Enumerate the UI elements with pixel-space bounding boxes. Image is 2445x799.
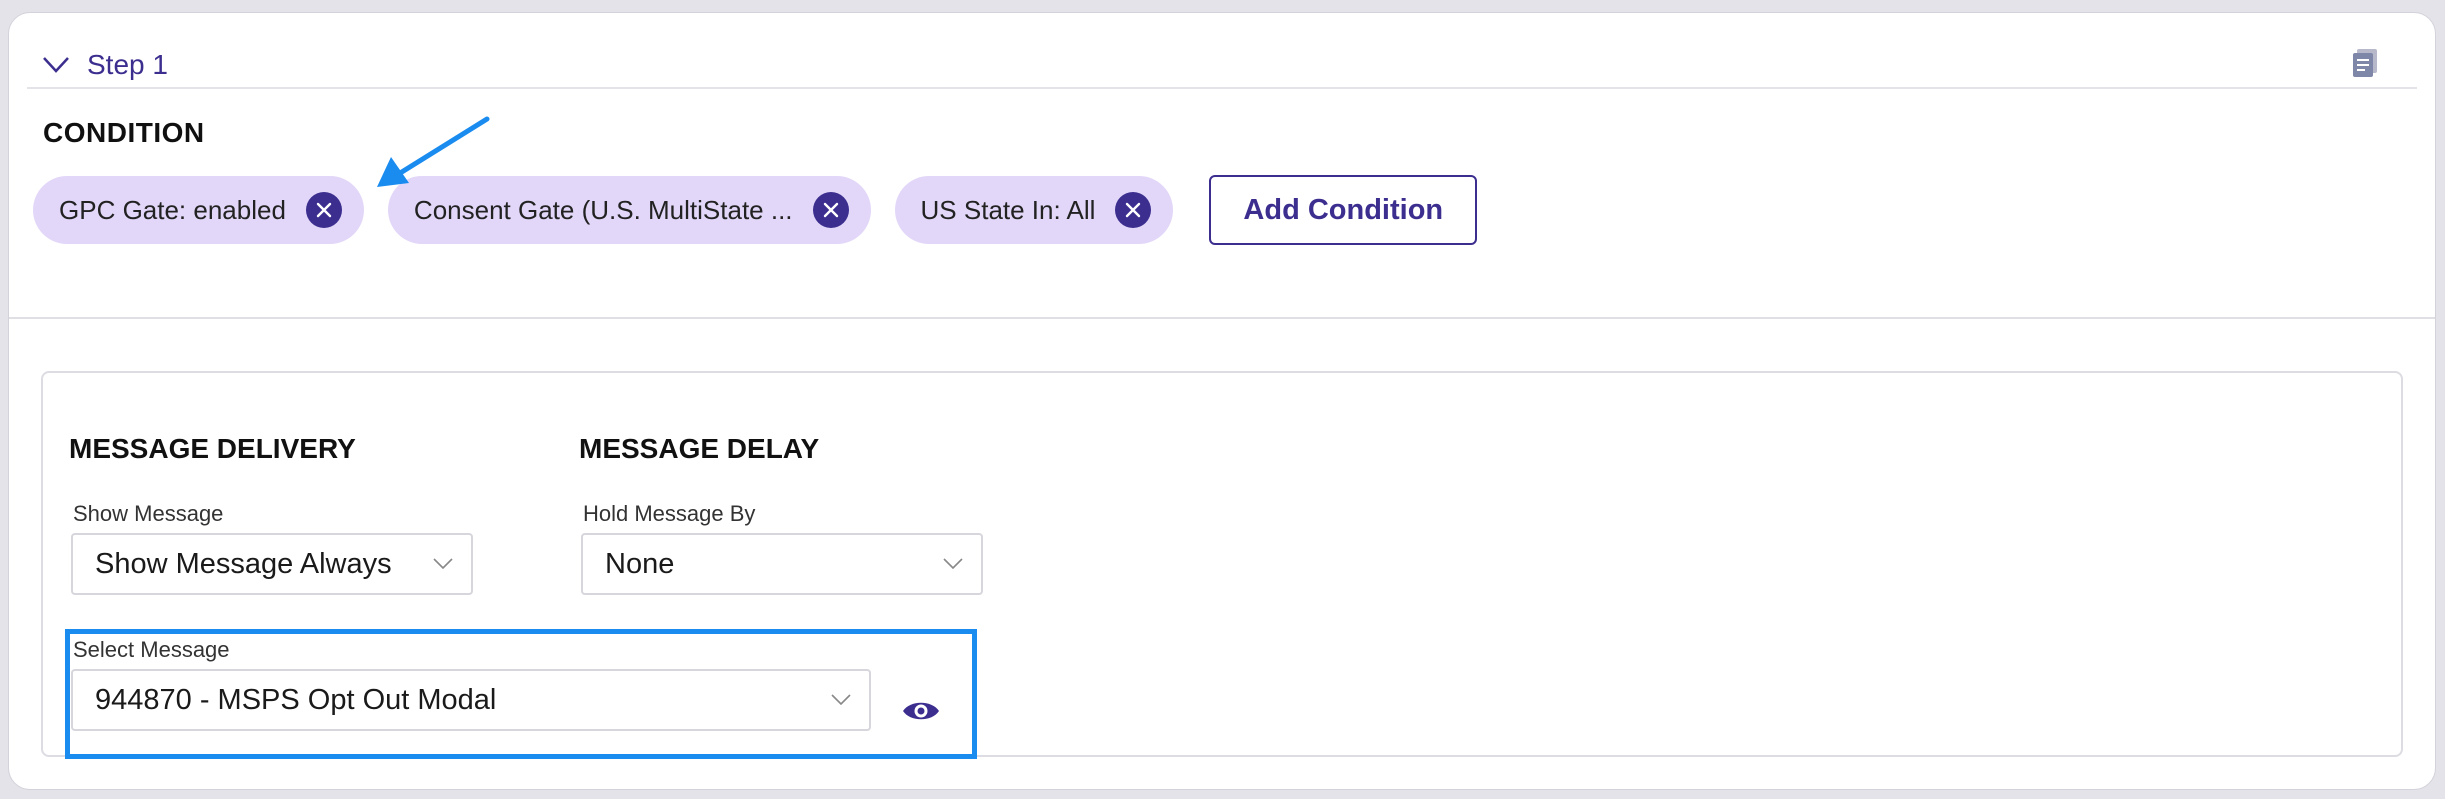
show-message-select[interactable]: Show Message Always [71,533,473,595]
hold-message-value: None [605,547,675,580]
condition-heading: CONDITION [43,117,205,148]
condition-chips: GPC Gate: enabled Consent Gate (U.S. Mul… [33,175,1478,245]
show-message-label: Show Message [73,501,224,526]
close-icon[interactable] [305,192,342,228]
chevron-down-icon[interactable] [39,48,73,82]
hold-message-label: Hold Message By [583,501,756,526]
condition-chip-us-state[interactable]: US State In: All [894,176,1174,244]
chevron-down-icon [943,558,963,570]
notes-icon[interactable] [2345,43,2385,83]
chip-label: US State In: All [920,194,1096,225]
step-card: Step 1 CONDITION GPC Gate: enabled Conse… [8,12,2436,790]
section-divider [9,317,2435,319]
select-message-highlight [65,629,977,759]
condition-chip-gpc-gate[interactable]: GPC Gate: enabled [33,176,364,244]
arrow-icon [369,113,499,198]
header-divider [27,87,2417,89]
eye-icon[interactable] [901,695,941,727]
step-title: Step 1 [87,49,168,80]
close-icon[interactable] [812,192,849,228]
message-delivery-heading: MESSAGE DELIVERY [69,433,356,464]
chevron-down-icon [433,558,453,570]
chip-label: Consent Gate (U.S. MultiState ... [413,194,793,225]
close-icon[interactable] [1115,192,1152,228]
message-delay-heading: MESSAGE DELAY [579,433,820,464]
step-header[interactable]: Step 1 [39,43,168,87]
add-condition-button[interactable]: Add Condition [1209,175,1478,245]
chip-label: GPC Gate: enabled [59,194,286,225]
hold-message-select[interactable]: None [581,533,983,595]
show-message-value: Show Message Always [95,547,392,580]
